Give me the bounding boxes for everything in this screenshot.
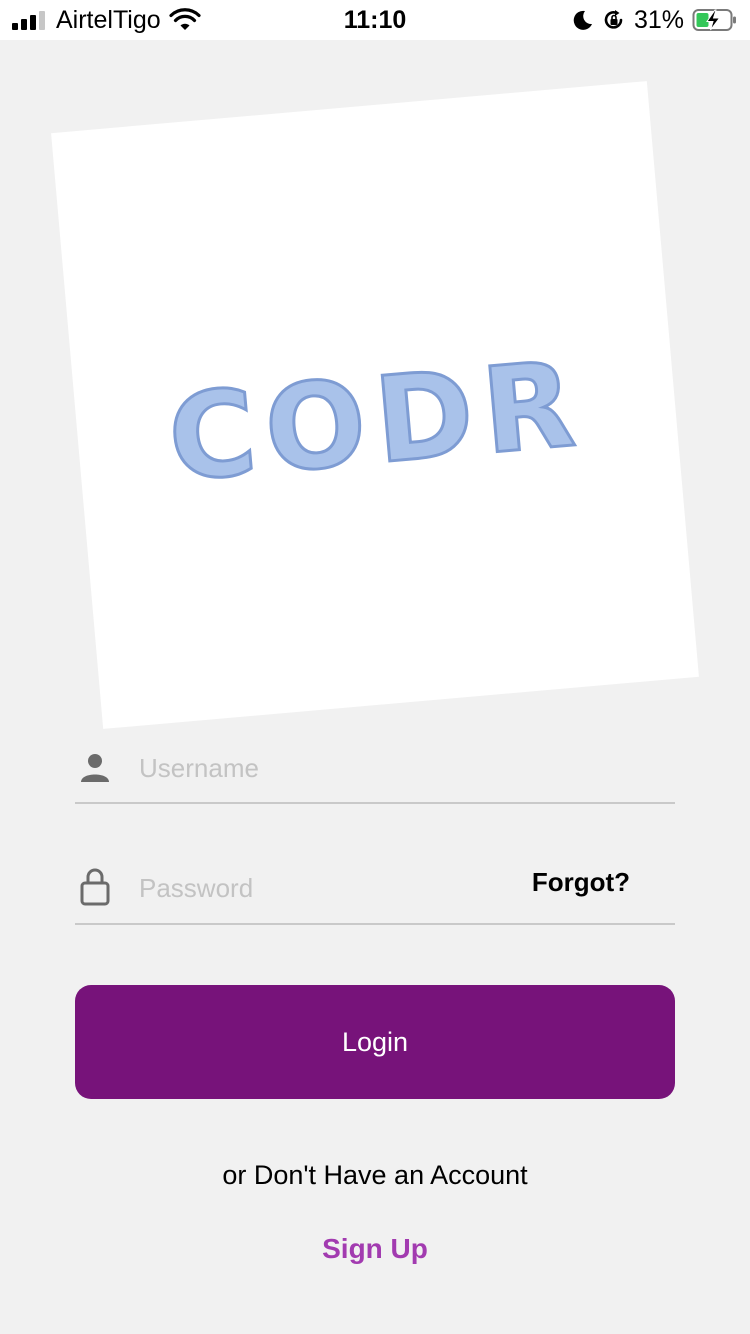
- status-right: 31%: [572, 6, 738, 34]
- username-field: [75, 738, 675, 804]
- codr-logo: CODR: [162, 333, 591, 510]
- login-button[interactable]: Login: [75, 985, 675, 1099]
- password-input[interactable]: [139, 866, 559, 910]
- status-left: AirtelTigo: [12, 6, 201, 34]
- carrier-name: AirtelTigo: [56, 6, 161, 34]
- rotation-lock-icon: [604, 10, 623, 29]
- status-bar: AirtelTigo 11:10 31%: [0, 0, 750, 40]
- lock-icon: [80, 868, 110, 906]
- battery-percent: 31%: [633, 6, 684, 34]
- logo-card: CODR: [51, 81, 699, 729]
- signal-icon: [12, 10, 46, 30]
- moon-icon: [573, 10, 592, 30]
- forgot-password-link[interactable]: Forgot?: [532, 866, 630, 898]
- username-input[interactable]: [139, 746, 559, 790]
- password-field: Forgot?: [75, 858, 675, 925]
- no-account-text: or Don't Have an Account: [222, 1160, 528, 1190]
- battery-charging-icon: [692, 9, 736, 31]
- person-icon: [81, 754, 109, 782]
- wifi-icon: [169, 8, 201, 30]
- sign-up-link[interactable]: Sign Up: [0, 1233, 750, 1265]
